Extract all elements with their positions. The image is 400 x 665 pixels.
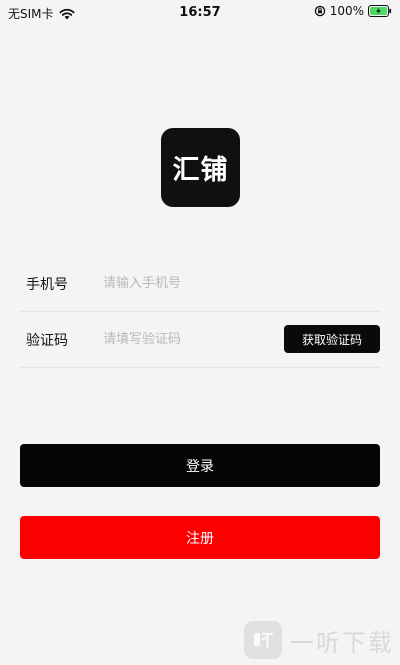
phone-row: 手机号 [20,255,380,312]
get-verification-code-button[interactable]: 获取验证码 [284,325,380,353]
login-button[interactable]: 登录 [20,444,380,487]
status-right-group: 100% [314,4,392,18]
watermark: 一听下载 [244,621,394,659]
verification-code-input[interactable] [103,326,273,352]
phone-label: 手机号 [26,277,68,293]
app-logo: 汇铺 [161,128,240,207]
rotation-lock-icon [314,5,325,17]
verification-code-row: 验证码 获取验证码 [20,311,380,368]
app-logo-text: 汇铺 [172,155,229,186]
status-bar: 无SIM卡 16:57 100% [0,0,400,24]
verification-code-label: 验证码 [26,333,68,349]
watermark-text: 一听下载 [290,628,394,657]
phone-input[interactable] [103,270,273,296]
listen-logo-icon [244,621,282,659]
register-button[interactable]: 注册 [20,516,380,559]
battery-charging-icon [368,5,392,17]
battery-percent: 100% [329,4,364,18]
